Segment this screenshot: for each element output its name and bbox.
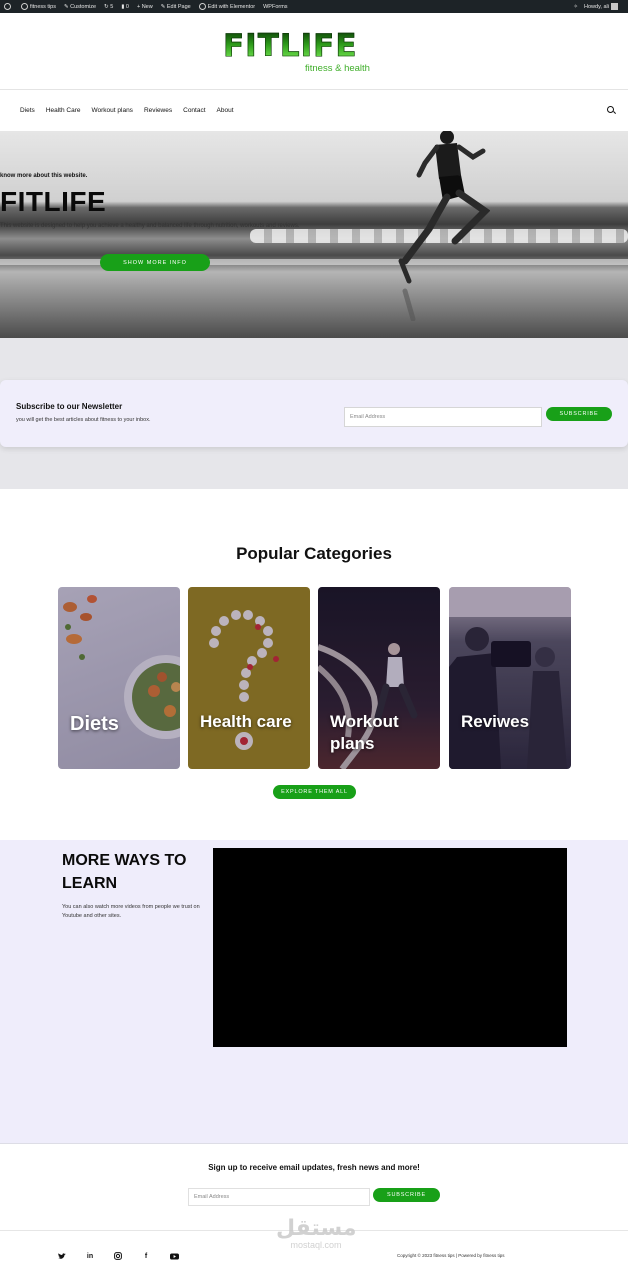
- mostaql-watermark: مستقل mostaql.com: [276, 1217, 356, 1250]
- category-overlay: [58, 587, 180, 769]
- category-overlay: [188, 587, 310, 769]
- newsletter-section: Subscribe to our Newsletter you will get…: [0, 338, 628, 489]
- avatar: [611, 3, 618, 10]
- newsletter-title: Subscribe to our Newsletter: [16, 402, 123, 411]
- main-navigation: Diets Health Care Workout plans Reviewes…: [0, 90, 628, 131]
- admin-bar-tools-icon[interactable]: ✧: [573, 4, 578, 10]
- search-icon[interactable]: [607, 106, 614, 113]
- category-label-health-care: Health care: [200, 712, 292, 731]
- copyright-text: Copyright © 2023 fitness tips | Powered …: [397, 1253, 505, 1258]
- categories-title: Popular Categories: [236, 544, 392, 563]
- logo-tagline: fitness & health: [305, 63, 370, 74]
- hero-banner: know more about this website. FITLIFE Th…: [0, 131, 628, 338]
- home-icon: [21, 3, 28, 10]
- category-card-reviwes[interactable]: Reviwes: [449, 587, 571, 769]
- admin-bar-account[interactable]: Howdy, ali: [584, 3, 618, 10]
- newsletter-subscribe-button[interactable]: SUBSCRIBE: [546, 407, 612, 421]
- site-logo[interactable]: FITLIFE fitness & health: [223, 30, 393, 78]
- show-more-info-button[interactable]: SHOW MORE INFO: [100, 254, 210, 271]
- explore-them-all-button[interactable]: EXPLORE THEM ALL: [273, 785, 356, 799]
- linkedin-icon[interactable]: in: [85, 1251, 95, 1261]
- nav-item-about[interactable]: About: [217, 107, 234, 114]
- logo-wordmark: FITLIFE: [223, 30, 393, 63]
- signup-subscribe-button[interactable]: SUBSCRIBE: [373, 1188, 440, 1202]
- category-overlay: [449, 587, 571, 769]
- hero-text: This website is designed to help you ach…: [0, 223, 300, 229]
- watermark-arabic: مستقل: [276, 1216, 357, 1241]
- hero-shore-image: [0, 259, 628, 265]
- newsletter-subtitle: you will get the best articles about fit…: [16, 417, 151, 423]
- twitter-icon[interactable]: [57, 1251, 67, 1261]
- admin-bar-site-name[interactable]: fitness tips: [21, 3, 56, 10]
- hero-title: FITLIFE: [0, 186, 107, 217]
- admin-bar-new[interactable]: + New: [137, 4, 153, 10]
- runner-image: [398, 131, 490, 321]
- category-card-diets[interactable]: Diets: [58, 587, 180, 769]
- nav-item-diets[interactable]: Diets: [20, 107, 35, 114]
- newsletter-email-input[interactable]: Email Address: [344, 407, 542, 427]
- nav-item-contact[interactable]: Contact: [183, 107, 205, 114]
- admin-bar-customize[interactable]: ✎ Customize: [64, 4, 96, 10]
- admin-bar-elementor[interactable]: Edit with Elementor: [198, 3, 255, 10]
- wordpress-logo-icon[interactable]: [4, 3, 13, 10]
- hero-kicker: know more about this website.: [0, 173, 88, 179]
- more-ways-section: MORE WAYS TO LEARN You can also watch mo…: [0, 840, 628, 1143]
- nav-item-reviewes[interactable]: Reviewes: [144, 107, 172, 114]
- site-header: FITLIFE fitness & health: [0, 13, 628, 90]
- admin-bar: fitness tips ✎ Customize ↻ 5 ▮ 0 + New ✎…: [0, 0, 628, 13]
- instagram-icon[interactable]: [113, 1251, 123, 1261]
- facebook-icon[interactable]: f: [141, 1251, 151, 1261]
- video-embed[interactable]: [213, 848, 567, 1047]
- admin-bar-updates[interactable]: ↻ 5: [104, 4, 113, 10]
- admin-bar-wpforms[interactable]: WPForms: [263, 4, 287, 10]
- nav-item-workout-plans[interactable]: Workout plans: [92, 107, 133, 114]
- elementor-icon: [198, 3, 206, 10]
- category-label-diets: Diets: [70, 713, 119, 735]
- signup-email-input[interactable]: Email Address: [188, 1188, 370, 1206]
- nav-item-health-care[interactable]: Health Care: [46, 107, 81, 114]
- admin-bar-edit-page[interactable]: ✎ Edit Page: [161, 4, 191, 10]
- category-card-health-care[interactable]: Health care: [188, 587, 310, 769]
- more-ways-title: MORE WAYS TO LEARN: [62, 852, 187, 892]
- youtube-icon[interactable]: [169, 1251, 179, 1261]
- newsletter-card: Subscribe to our Newsletter you will get…: [0, 380, 628, 447]
- watermark-latin: mostaql.com: [290, 1240, 342, 1250]
- signup-title: Sign up to receive email updates, fresh …: [208, 1163, 420, 1172]
- category-label-reviwes: Reviwes: [461, 712, 530, 731]
- category-label-workout-plans: Workout plans: [330, 712, 399, 753]
- category-card-workout-plans[interactable]: Workout plans: [318, 587, 440, 769]
- more-ways-text: You can also watch more videos from peop…: [62, 904, 200, 919]
- admin-bar-comments[interactable]: ▮ 0: [121, 4, 129, 10]
